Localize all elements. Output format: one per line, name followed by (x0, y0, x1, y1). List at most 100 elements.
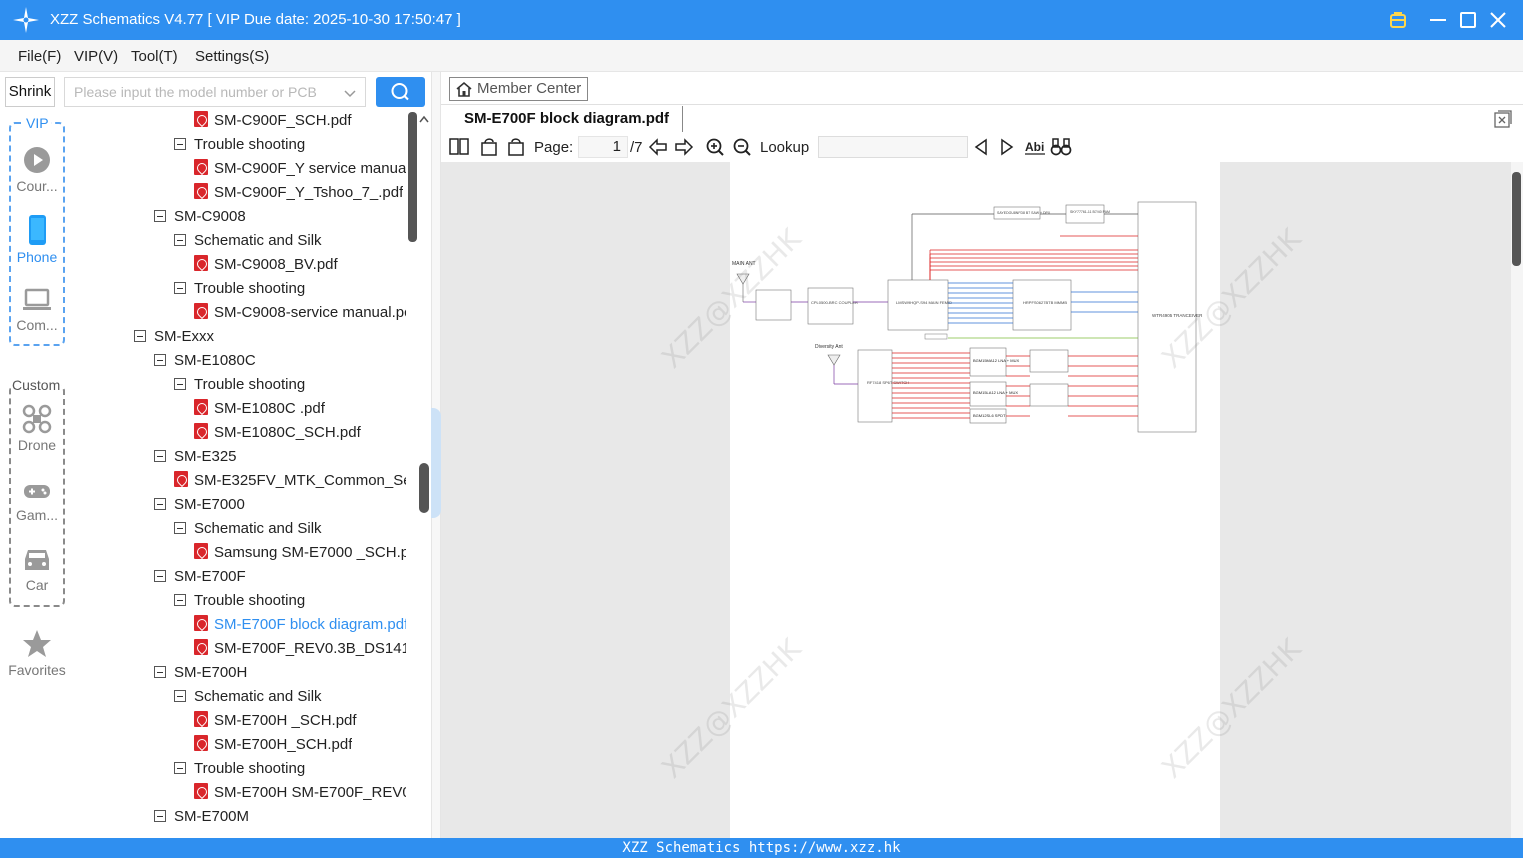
tree-folder-item[interactable]: Trouble shooting (174, 374, 305, 396)
rotate-left-icon[interactable] (479, 137, 499, 157)
tree-folder-item[interactable]: SM-E1080C (154, 350, 256, 372)
chevron-down-icon[interactable] (343, 86, 357, 100)
tree-file-item[interactable]: SM-C9008_BV.pdf (194, 254, 338, 276)
nav-computer[interactable]: Com... (0, 286, 74, 333)
pdf-file-icon (194, 159, 208, 175)
viewer-scroll-thumb[interactable] (1512, 172, 1521, 266)
tree-file-item[interactable]: Samsung SM-E7000 _SCH.pd (194, 542, 406, 564)
tree-file-item[interactable]: SM-C9008-service manual.pc (194, 302, 406, 324)
member-center-button[interactable]: Member Center (449, 77, 588, 101)
prev-page-icon[interactable] (648, 137, 668, 157)
nav-courses[interactable]: Cour... (0, 145, 74, 194)
rotate-right-icon[interactable] (506, 137, 526, 157)
find-prev-icon[interactable] (972, 137, 990, 157)
tree-folder-item[interactable]: SM-E7000 (154, 494, 245, 516)
tree-file-item[interactable]: SM-E700F block diagram.pdf (194, 614, 406, 636)
tree-item-label: Trouble shooting (194, 136, 306, 153)
collapse-icon[interactable] (174, 762, 186, 774)
tree-file-item[interactable]: SM-E700H_SCH.pdf (194, 734, 352, 756)
splitter-handle[interactable] (431, 408, 441, 518)
close-tab-icon[interactable] (1494, 110, 1512, 128)
collapse-icon[interactable] (154, 450, 166, 462)
car-icon (25, 550, 49, 570)
document-viewer[interactable]: MAIN ANT Diversity Ant CPL0500-BRC COUPL… (441, 162, 1511, 838)
collapse-icon[interactable] (174, 282, 186, 294)
tree-file-item[interactable]: SM-E1080C_SCH.pdf (194, 422, 361, 444)
lookup-label: Lookup (760, 139, 810, 156)
minimize-icon[interactable] (1426, 8, 1450, 32)
menu-vip[interactable]: VIP(V) (74, 48, 118, 65)
collapse-icon[interactable] (174, 378, 186, 390)
nav-phone[interactable]: Phone (0, 214, 74, 265)
collapse-icon[interactable] (174, 522, 186, 534)
nav-car[interactable]: Car (0, 546, 74, 593)
close-icon[interactable] (1486, 8, 1510, 32)
page-number-input[interactable]: 1 (578, 136, 628, 158)
pdf-file-icon (174, 471, 188, 487)
collapse-icon[interactable] (154, 498, 166, 510)
tree-file-item[interactable]: SM-E700H _SCH.pdf (194, 710, 357, 732)
menu-tool[interactable]: Tool(T) (131, 48, 178, 65)
tree-file-item[interactable]: SM-E325FV_MTK_Common_Serv (174, 470, 406, 492)
collapse-icon[interactable] (174, 138, 186, 150)
tree-folder-item[interactable]: SM-C9008 (154, 206, 246, 228)
find-next-icon[interactable] (998, 137, 1016, 157)
collapse-icon[interactable] (154, 354, 166, 366)
tree-file-item[interactable]: SM-E700H SM-E700F_REV0.3 (194, 782, 406, 804)
collapse-icon[interactable] (174, 690, 186, 702)
collapse-icon[interactable] (154, 810, 166, 822)
zoom-out-icon[interactable] (732, 137, 752, 157)
menu-settings[interactable]: Settings(S) (195, 48, 269, 65)
zoom-in-icon[interactable] (705, 137, 725, 157)
search-placeholder: Please input the model number or PCB (74, 84, 317, 100)
search-button[interactable] (376, 77, 425, 107)
nav-games[interactable]: Gam... (0, 480, 74, 523)
tree-folder-item[interactable]: Trouble shooting (174, 590, 305, 612)
tree-file-item[interactable]: SM-E1080C .pdf (194, 398, 325, 420)
spdt-label: BGM12SL6 SPDT (973, 413, 1006, 418)
tree-folder-item[interactable]: SM-E700H (154, 662, 247, 684)
nav-favorites[interactable]: Favorites (0, 629, 74, 678)
nav-computer-label: Com... (16, 317, 58, 333)
shrink-button[interactable]: Shrink (5, 77, 55, 107)
tree-file-item[interactable]: SM-E700F_REV0.3B_DS14122 (194, 638, 406, 660)
collapse-icon[interactable] (154, 210, 166, 222)
tree-folder-item[interactable]: Schematic and Silk (174, 518, 322, 540)
maximize-icon[interactable] (1456, 8, 1480, 32)
tree-file-item[interactable]: SM-C900F_SCH.pdf (194, 110, 352, 132)
nav-drone[interactable]: Drone (0, 404, 74, 453)
collapse-icon[interactable] (174, 234, 186, 246)
tree-folder-item[interactable]: Trouble shooting (174, 134, 305, 156)
tree-item-label: SM-E1080C (174, 352, 256, 369)
tree-folder-item[interactable]: Trouble shooting (174, 758, 305, 780)
app-logo-icon (13, 7, 39, 33)
scroll-up-icon[interactable] (418, 114, 430, 124)
collapse-icon[interactable] (154, 666, 166, 678)
tree-item-label: Schematic and Silk (194, 232, 322, 249)
tree-folder-item[interactable]: Schematic and Silk (174, 686, 322, 708)
collapse-icon[interactable] (174, 594, 186, 606)
tree-folder-item[interactable]: SM-E700M (154, 806, 249, 828)
diversity-ant-label: Diversity Ant (815, 344, 843, 350)
two-page-icon[interactable] (449, 137, 469, 157)
tab-active-document[interactable]: SM-E700F block diagram.pdf (451, 106, 684, 132)
next-page-icon[interactable] (674, 137, 694, 157)
search-input[interactable]: Please input the model number or PCB (64, 77, 366, 107)
splitter-knob[interactable] (419, 463, 429, 513)
binoculars-icon[interactable] (1050, 137, 1072, 157)
tree-folder-item[interactable]: Schematic and Silk (174, 230, 322, 252)
lookup-input[interactable] (818, 136, 968, 158)
tree-folder-item[interactable]: Trouble shooting (174, 278, 305, 300)
tree-scrollbar[interactable] (408, 112, 417, 242)
page-label: Page: (534, 139, 574, 156)
tree-file-item[interactable]: SM-C900F_Y_Tshoo_7_.pdf (194, 182, 403, 204)
tree-file-item[interactable]: SM-C900F_Y service manual.p (194, 158, 406, 180)
tree-folder-item[interactable]: SM-E700F (154, 566, 246, 588)
vip-bag-icon[interactable] (1386, 8, 1410, 32)
menu-file[interactable]: File(F) (18, 48, 61, 65)
collapse-icon[interactable] (134, 330, 146, 342)
collapse-icon[interactable] (154, 570, 166, 582)
tree-folder-item[interactable]: SM-Exxx (134, 326, 214, 348)
tree-folder-item[interactable]: SM-E325 (154, 446, 237, 468)
match-case-icon[interactable]: Abi (1024, 137, 1046, 157)
